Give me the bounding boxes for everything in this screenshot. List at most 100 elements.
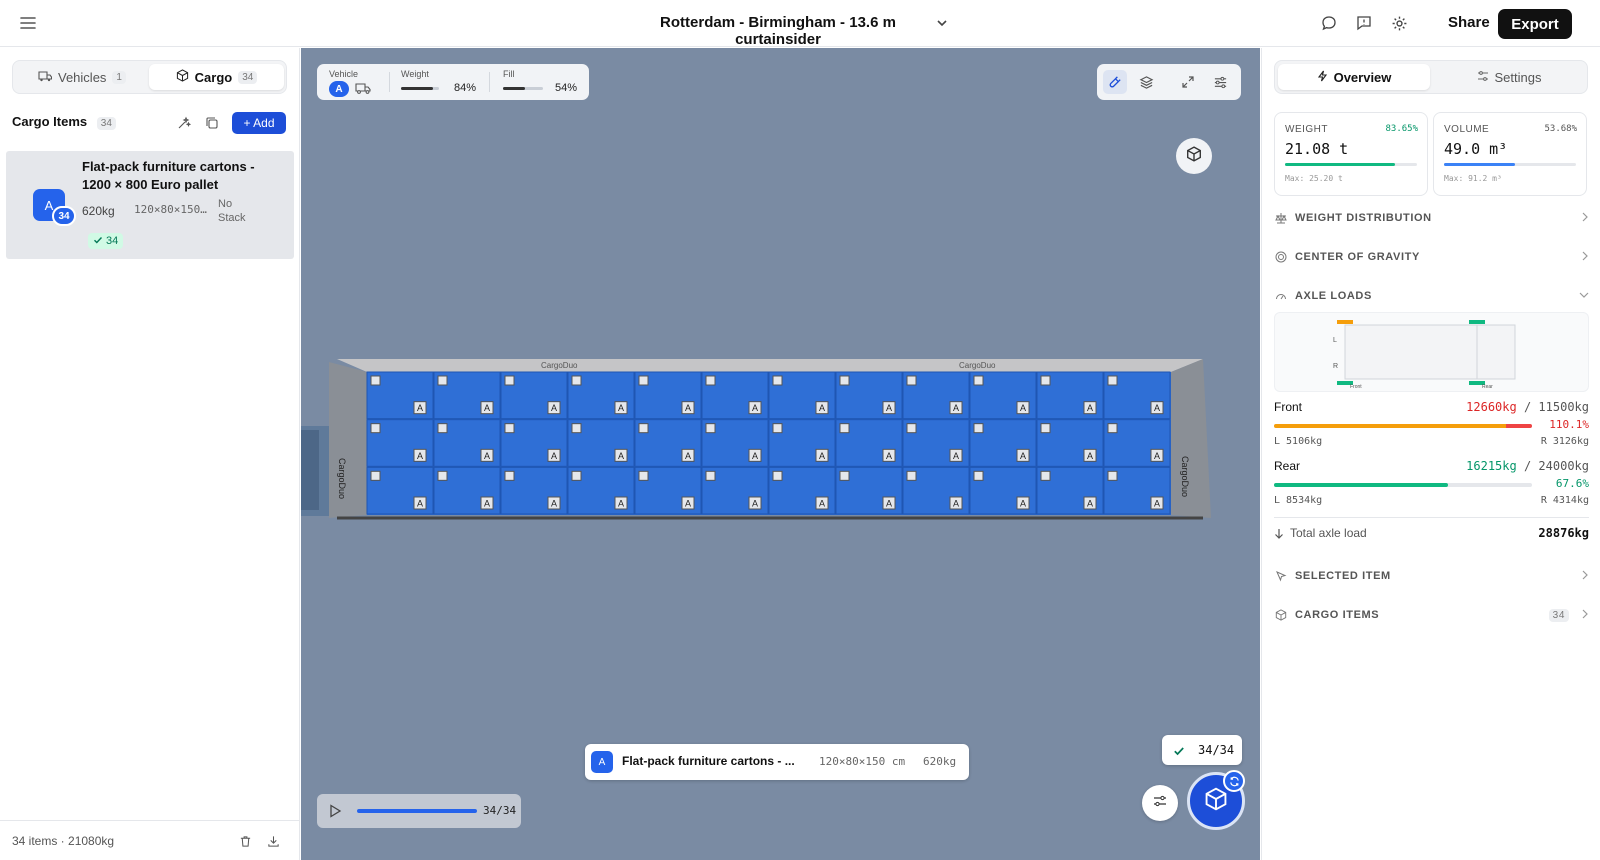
cursor-icon bbox=[1274, 569, 1288, 583]
rear-axle-right: R 4314kg bbox=[1540, 495, 1589, 506]
cargo-box-orientation-tag bbox=[1107, 423, 1118, 434]
add-cargo-button[interactable]: + Add bbox=[232, 112, 286, 134]
plan-title: Rotterdam - Birmingham - 13.6 m curtains… bbox=[660, 14, 896, 48]
inspector-tabs: Overview Settings bbox=[1274, 60, 1588, 94]
tab-settings[interactable]: Settings bbox=[1433, 64, 1585, 90]
section-selected-item[interactable]: SELECTED ITEM bbox=[1274, 566, 1589, 586]
cargo-item-placed-count: 34 bbox=[106, 235, 119, 247]
cargo-box-orientation-tag bbox=[973, 470, 984, 481]
cargo-box-letter: A bbox=[752, 499, 758, 509]
trailer-front-wall bbox=[329, 362, 367, 518]
chevron-right-icon bbox=[1581, 609, 1589, 622]
front-axle-percent: 110.1% bbox=[1549, 418, 1589, 431]
cargo-list-item[interactable]: A 34 Flat-pack furniture cartons - 1200 … bbox=[6, 151, 294, 259]
vehicle-letter-badge[interactable]: A bbox=[329, 81, 349, 97]
cargo-box-letter: A bbox=[417, 499, 423, 509]
cube-icon bbox=[1186, 145, 1202, 167]
cargo-box-letter: A bbox=[819, 403, 825, 413]
cargo-box-orientation-tag bbox=[504, 375, 515, 386]
chevron-right-icon bbox=[1581, 251, 1589, 264]
front-axle-right: R 3126kg bbox=[1540, 436, 1589, 447]
sliders-icon[interactable] bbox=[1208, 70, 1232, 94]
tab-vehicles[interactable]: Vehicles 1 bbox=[16, 64, 148, 90]
cargo-box-letter: A bbox=[1020, 499, 1026, 509]
total-axle-load-value: 28876kg bbox=[1538, 526, 1589, 540]
cargo-box-orientation-tag bbox=[437, 423, 448, 434]
section-cargo-items[interactable]: CARGO ITEMS 34 bbox=[1274, 605, 1589, 625]
layers-icon[interactable] bbox=[1134, 70, 1158, 94]
cargo-item-dimensions: 120×80×150 cm bbox=[134, 203, 208, 216]
top-bar: Rotterdam - Birmingham - 13.6 m curtains… bbox=[0, 0, 1600, 48]
export-button[interactable]: Export bbox=[1498, 9, 1572, 39]
cargo-box-letter: A bbox=[685, 451, 691, 461]
gear-icon[interactable] bbox=[1388, 12, 1410, 34]
axle-right-label: R bbox=[1333, 363, 1338, 370]
fill-stat-label: Fill bbox=[503, 69, 515, 79]
cargo-box-letter: A bbox=[953, 451, 959, 461]
trailer-brand-front: CargoDuo bbox=[337, 458, 347, 499]
rear-axle-value: 16215kg / 24000kg bbox=[1466, 459, 1589, 473]
weight-card-max: Max: 25.20 t bbox=[1285, 174, 1343, 183]
playback-progress bbox=[357, 809, 477, 813]
section-axle-loads[interactable]: AXLE LOADS bbox=[1274, 286, 1589, 306]
cargo-items-title: Cargo Items bbox=[12, 114, 88, 129]
duplicate-icon[interactable] bbox=[203, 114, 221, 132]
hamburger-menu-icon[interactable] bbox=[17, 12, 39, 34]
cargo-box-letter: A bbox=[953, 403, 959, 413]
play-icon[interactable] bbox=[327, 803, 343, 824]
total-axle-load-label: Total axle load bbox=[1290, 526, 1367, 540]
sidebar-tabs: Vehicles 1 Cargo 34 bbox=[12, 60, 287, 94]
fill-stat-fill bbox=[503, 87, 525, 90]
selected-item-dimensions: 120×80×150 cm bbox=[819, 755, 906, 768]
cargo-box-letter: A bbox=[886, 403, 892, 413]
cargo-box-orientation-tag bbox=[437, 375, 448, 386]
cargo-box-orientation-tag bbox=[638, 423, 649, 434]
trailer-roof bbox=[337, 359, 1203, 372]
3d-viewport[interactable]: Vehicle A Weight 84% Fill 54% CargoDuo C… bbox=[301, 48, 1260, 860]
cargo-box-orientation-tag bbox=[973, 375, 984, 386]
section-weight-distribution[interactable]: WEIGHT DISTRIBUTION bbox=[1274, 208, 1589, 228]
cargo-box-letter: A bbox=[417, 403, 423, 413]
feedback-icon[interactable] bbox=[1353, 12, 1375, 34]
rear-axle-max: 24000kg bbox=[1538, 459, 1589, 473]
refresh-icon[interactable] bbox=[1223, 770, 1245, 792]
magnet-snap-icon[interactable] bbox=[1103, 70, 1127, 94]
cargo-box-orientation-tag bbox=[772, 375, 783, 386]
plan-title-dropdown[interactable]: Rotterdam - Birmingham - 13.6 m curtains… bbox=[628, 10, 978, 48]
section-center-of-gravity[interactable]: CENTER OF GRAVITY bbox=[1274, 247, 1589, 267]
cargo-item-placed-badge: 34 bbox=[88, 233, 124, 249]
selected-item-pill[interactable]: A Flat-pack furniture cartons - ... 120×… bbox=[585, 744, 969, 780]
truck-icon[interactable] bbox=[355, 81, 371, 100]
share-button[interactable]: Share bbox=[1448, 14, 1490, 31]
volume-card-fill bbox=[1444, 163, 1515, 166]
box-icon bbox=[1274, 608, 1288, 622]
tab-cargo[interactable]: Cargo 34 bbox=[149, 64, 284, 90]
section-axle-loads-label: AXLE LOADS bbox=[1295, 290, 1372, 302]
expand-icon[interactable] bbox=[1176, 70, 1200, 94]
trash-icon[interactable] bbox=[236, 832, 254, 850]
viewport-toolbar bbox=[1097, 64, 1241, 100]
tab-overview[interactable]: Overview bbox=[1278, 64, 1430, 90]
cargo-box-orientation-tag bbox=[1107, 470, 1118, 481]
cargo-box-orientation-tag bbox=[370, 423, 381, 434]
cargo-box-orientation-tag bbox=[705, 423, 716, 434]
auto-arrange-icon[interactable] bbox=[175, 114, 193, 132]
inspector-panel: Overview Settings WEIGHT 83.65% 21.08 t … bbox=[1261, 48, 1600, 860]
cargo-box-letter: A bbox=[886, 499, 892, 509]
axle-left-label: L bbox=[1333, 337, 1337, 344]
comment-icon[interactable] bbox=[1318, 12, 1340, 34]
placed-count-pill: 34/34 bbox=[1162, 735, 1242, 765]
cargo-box-orientation-tag bbox=[1040, 423, 1051, 434]
cargo-box-orientation-tag bbox=[437, 470, 448, 481]
cargo-summary: 34 items · 21080kg bbox=[12, 834, 115, 848]
check-icon bbox=[93, 235, 103, 248]
filter-button[interactable] bbox=[1142, 785, 1178, 821]
cargo-box-letter: A bbox=[551, 499, 557, 509]
cargo-box-orientation-tag bbox=[705, 375, 716, 386]
playback-slider[interactable] bbox=[357, 809, 477, 813]
download-icon[interactable] bbox=[264, 832, 282, 850]
view-cube-button[interactable] bbox=[1176, 138, 1212, 174]
volume-card-label: VOLUME bbox=[1444, 124, 1490, 135]
volume-card-value: 49.0 m³ bbox=[1444, 140, 1508, 158]
cargo-box-orientation-tag bbox=[906, 423, 917, 434]
